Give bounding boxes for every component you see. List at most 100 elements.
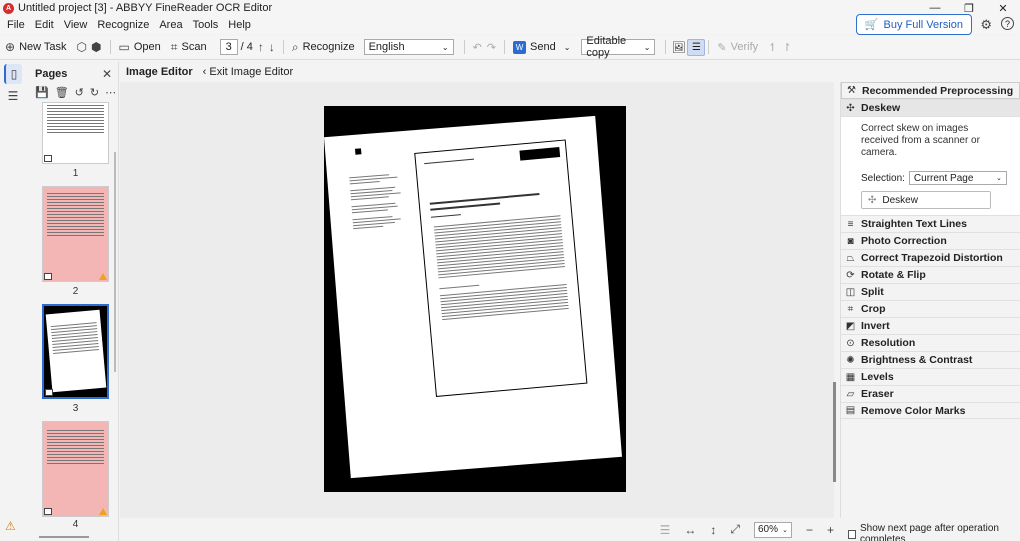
fit-height-icon[interactable]: ↕ <box>710 523 716 537</box>
page-number-label: 3 <box>72 403 79 414</box>
menu-file[interactable]: File <box>2 19 30 31</box>
show-next-page-checkbox[interactable] <box>848 529 856 539</box>
tool-resolution[interactable]: ⊙ Resolution <box>841 334 1020 351</box>
language-select[interactable]: English ⌄ <box>363 39 454 55</box>
pages-toolbar: 💾 🗑 ↺ ↻ ⋯ <box>35 86 116 99</box>
next-error-button[interactable]: ↾ <box>782 36 796 58</box>
image-icon: 🖼 <box>671 41 686 54</box>
copy-mode-select[interactable]: Editable copy ⌄ <box>581 35 656 59</box>
menu-help[interactable]: Help <box>223 19 256 31</box>
toolbar-divider <box>109 40 111 54</box>
selection-label: Selection: <box>861 172 905 184</box>
rotate-right-icon[interactable]: ↻ <box>90 86 99 99</box>
stack-icon: ⬢ <box>91 40 102 54</box>
view-mode-icon[interactable]: ☰ <box>660 523 671 537</box>
more-icon[interactable]: ⋯ <box>105 86 116 99</box>
help-icon[interactable]: ? <box>1001 17 1014 30</box>
fit-page-icon[interactable]: ⤢ <box>730 522 740 537</box>
tool-crop[interactable]: ⌗ Crop <box>841 300 1020 317</box>
tool-deskew[interactable]: ✣ Deskew <box>841 99 1020 116</box>
delete-icon[interactable]: 🗑 <box>55 86 69 99</box>
page-paper <box>324 115 622 479</box>
redo-button[interactable]: ↷ <box>487 36 501 58</box>
page-number-input[interactable]: 3 <box>219 39 238 55</box>
tool-recommended-preprocessing[interactable]: ⚒ Recommended Preprocessing <box>841 82 1020 99</box>
menu-view[interactable]: View <box>59 19 93 31</box>
new-task-label: New Task <box>19 41 67 53</box>
selection-select[interactable]: Current Page ⌄ <box>908 171 1007 185</box>
tool-label: Photo Correction <box>861 235 947 247</box>
page-thumbnail-4[interactable] <box>42 421 109 517</box>
list-view-button[interactable]: ☰ <box>4 86 22 106</box>
prev-page-button[interactable]: ↑ <box>253 36 269 58</box>
zoom-in-icon[interactable]: + <box>827 523 834 537</box>
zoom-out-icon[interactable]: − <box>806 523 813 537</box>
tool-label: Levels <box>861 371 894 383</box>
tool-remove-color-marks[interactable]: ▤ Remove Color Marks <box>841 402 1020 419</box>
warning-icon[interactable]: ⚠ <box>5 519 16 533</box>
buy-full-version-button[interactable]: 🛒 Buy Full Version <box>855 14 972 35</box>
menu-recognize[interactable]: Recognize <box>92 19 154 31</box>
send-button[interactable]: W Send ⌄ <box>508 36 575 58</box>
recognize-button[interactable]: ⌕ Recognize <box>287 36 360 58</box>
arrow-down-icon: ↓ <box>268 40 275 54</box>
menu-area[interactable]: Area <box>154 19 187 31</box>
redo-icon: ↷ <box>486 41 497 54</box>
scan-button[interactable]: ⌗ Scan <box>166 36 212 58</box>
settings-icons[interactable]: ⬡ ⬢ <box>72 36 107 58</box>
menu-edit[interactable]: Edit <box>30 19 59 31</box>
gear-icon[interactable]: ⚙ <box>980 17 992 33</box>
tool-eraser[interactable]: ▱ Eraser <box>841 385 1020 402</box>
prev-error-button[interactable]: ↿ <box>763 36 782 58</box>
tool-split[interactable]: ◫ Split <box>841 283 1020 300</box>
pages-panel: Pages ✕ 💾 🗑 ↺ ↻ ⋯ 1 2 3 4 <box>27 62 119 541</box>
next-page-button[interactable]: ↓ <box>269 36 280 58</box>
pages-view-button[interactable]: ▯ <box>4 64 22 84</box>
tool-correct-trapezoid[interactable]: ⏢ Correct Trapezoid Distortion <box>841 249 1020 266</box>
close-button[interactable]: ✕ <box>986 0 1020 16</box>
tool-label: Remove Color Marks <box>861 404 966 417</box>
menu-tools[interactable]: Tools <box>188 19 224 31</box>
abbyy-logo-icon: A <box>3 2 14 14</box>
pages-title: Pages <box>35 68 68 80</box>
tool-label: Split <box>861 286 884 298</box>
tool-invert[interactable]: ◩ Invert <box>841 317 1020 334</box>
tool-photo-correction[interactable]: ◙ Photo Correction <box>841 232 1020 249</box>
exit-image-editor-link[interactable]: ‹ Exit Image Editor <box>203 66 294 78</box>
undo-button[interactable]: ↶ <box>468 36 487 58</box>
image-view-toggle[interactable]: 🖼 <box>669 39 687 56</box>
page-thumbnail-1[interactable] <box>42 102 109 164</box>
close-icon[interactable]: ✕ <box>102 67 112 81</box>
text-view-toggle[interactable]: ☰ <box>687 38 706 56</box>
chevron-down-icon: ⌄ <box>441 42 449 52</box>
document-badge-icon <box>44 273 52 280</box>
rotate-left-icon[interactable]: ↺ <box>75 86 84 99</box>
page-thumbnail-2[interactable] <box>42 186 109 282</box>
resolution-icon: ⊙ <box>846 337 855 349</box>
show-next-page-option[interactable]: Show next page after operation completes <box>848 523 1020 541</box>
copy-mode-value: Editable copy <box>586 35 627 59</box>
tool-label: Brightness & Contrast <box>861 354 973 366</box>
deskew-button[interactable]: ✣ Deskew <box>861 191 991 209</box>
image-canvas[interactable] <box>120 82 836 518</box>
save-icon[interactable]: 💾 <box>35 86 49 99</box>
canvas-scrollbar[interactable] <box>833 382 836 482</box>
page-thumbnail-3[interactable] <box>42 304 109 399</box>
tool-label: Straighten Text Lines <box>861 218 967 230</box>
warning-icon <box>99 508 107 515</box>
tool-levels[interactable]: ▦ Levels <box>841 368 1020 385</box>
selection-value: Current Page <box>913 172 974 184</box>
pages-horizontal-scrollbar[interactable] <box>39 536 89 538</box>
zoom-select[interactable]: 60% ⌄ <box>753 521 792 538</box>
new-task-button[interactable]: ⊕ New Task <box>0 36 72 58</box>
tool-rotate-flip[interactable]: ⟳ Rotate & Flip <box>841 266 1020 283</box>
chevron-down-icon: ⌄ <box>996 175 1002 182</box>
verify-button[interactable]: ✎ Verify <box>712 36 763 58</box>
open-button[interactable]: ▭ Open <box>114 36 166 58</box>
tool-label: Correct Trapezoid Distortion <box>861 252 1003 264</box>
pages-scrollbar[interactable] <box>114 152 116 372</box>
deskew-options: Correct skew on images received from a s… <box>841 116 1020 215</box>
tool-brightness-contrast[interactable]: ✺ Brightness & Contrast <box>841 351 1020 368</box>
fit-width-icon[interactable]: ↔ <box>684 523 696 537</box>
tool-straighten-text-lines[interactable]: ≡ Straighten Text Lines <box>841 215 1020 232</box>
